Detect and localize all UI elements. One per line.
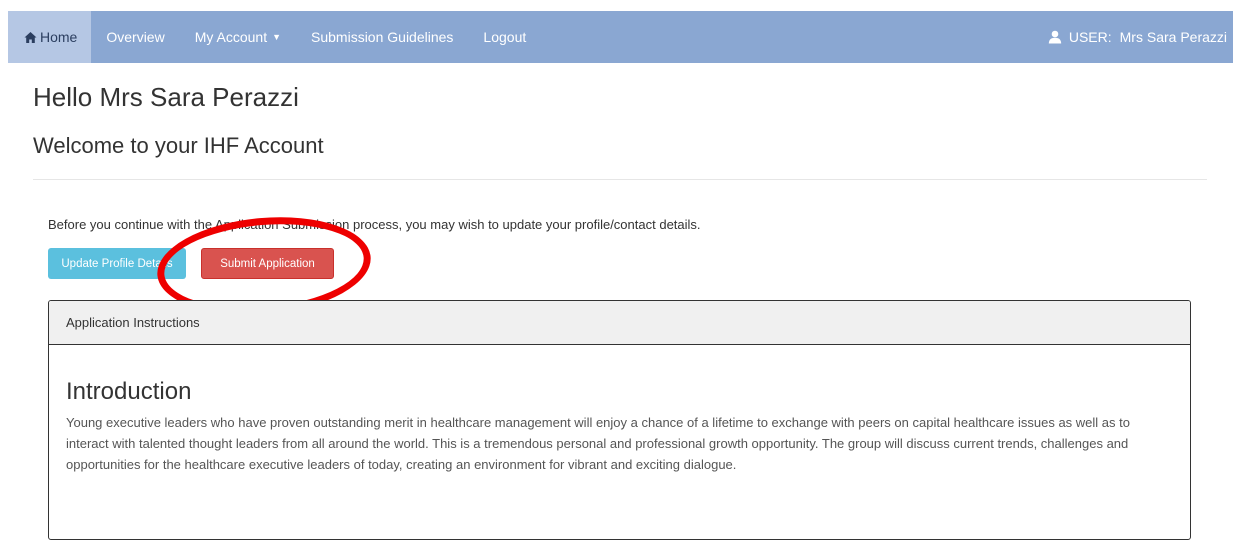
user-prefix: USER: xyxy=(1068,29,1112,45)
user-icon xyxy=(1048,30,1062,44)
nav-logout-label: Logout xyxy=(483,29,527,45)
application-instructions-panel: Application Instructions Introduction Yo… xyxy=(48,300,1191,540)
nav-submission-guidelines-label: Submission Guidelines xyxy=(311,29,454,45)
welcome-subheading: Welcome to your IHF Account xyxy=(33,133,324,158)
user-name: Mrs Sara Perazzi xyxy=(1119,29,1227,45)
nav-overview[interactable]: Overview xyxy=(91,11,179,63)
introduction-text: Young executive leaders who have proven … xyxy=(66,415,1130,472)
panel-body: Introduction Young executive leaders who… xyxy=(49,378,1190,475)
nav-submission-guidelines[interactable]: Submission Guidelines xyxy=(296,11,468,63)
divider xyxy=(33,179,1207,180)
top-navbar: Home Overview My Account ▼ Submission Gu… xyxy=(8,11,1233,63)
nav-home-label: Home xyxy=(40,29,78,45)
panel-heading: Application Instructions xyxy=(49,301,1190,345)
nav-overview-label: Overview xyxy=(106,29,165,45)
home-icon xyxy=(24,31,37,44)
nav-logout[interactable]: Logout xyxy=(468,11,541,63)
profile-update-notice: Before you continue with the Application… xyxy=(48,217,701,232)
greeting-heading: Hello Mrs Sara Perazzi xyxy=(33,82,299,112)
caret-down-icon: ▼ xyxy=(272,32,282,42)
introduction-title: Introduction xyxy=(66,378,192,405)
nav-user-info[interactable]: USER: Mrs Sara Perazzi xyxy=(1048,11,1227,63)
nav-my-account-label: My Account xyxy=(194,29,268,45)
nav-my-account-dropdown[interactable]: My Account ▼ xyxy=(180,11,296,63)
update-profile-button[interactable]: Update Profile Details xyxy=(48,248,186,279)
nav-home[interactable]: Home xyxy=(8,11,92,63)
submit-application-button[interactable]: Submit Application xyxy=(201,248,334,279)
